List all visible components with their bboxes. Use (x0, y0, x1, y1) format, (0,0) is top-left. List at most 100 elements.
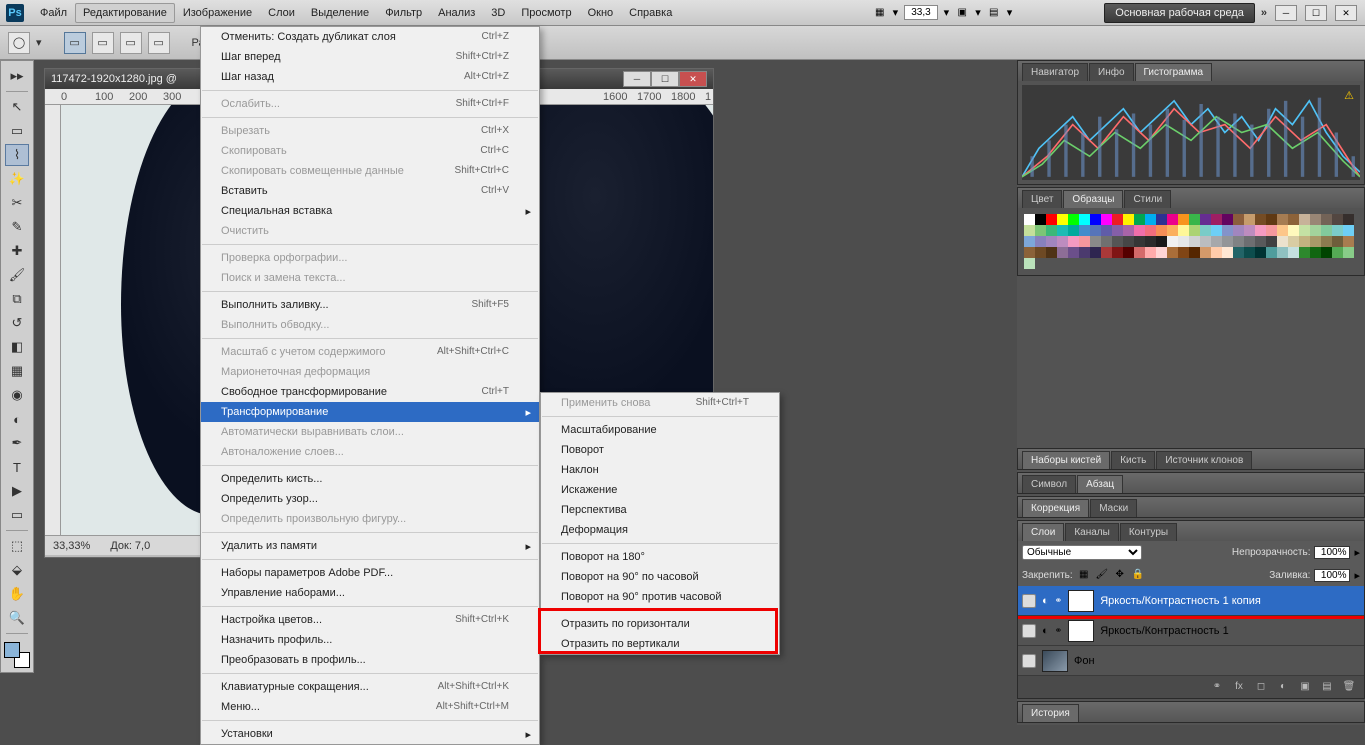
tab-brush[interactable]: Кисть (1111, 451, 1155, 469)
tab-history[interactable]: История (1022, 704, 1079, 722)
foreground-color[interactable] (4, 642, 20, 658)
swatch[interactable] (1321, 214, 1332, 225)
menu-item[interactable]: Отразить по горизонтали (541, 614, 779, 634)
history-brush-tool[interactable]: ↺ (5, 312, 29, 334)
swatch[interactable] (1332, 236, 1343, 247)
swatch[interactable] (1068, 214, 1079, 225)
swatch[interactable] (1244, 247, 1255, 258)
dropdown-arrow-icon[interactable]: ▾ (36, 36, 42, 49)
dropdown-arrow-icon[interactable]: ▾ (975, 6, 981, 19)
swatch[interactable] (1145, 236, 1156, 247)
swatch[interactable] (1101, 236, 1112, 247)
dropdown-arrow-icon[interactable]: ▸ (1354, 569, 1360, 582)
swatch[interactable] (1057, 247, 1068, 258)
menu-item[interactable]: Назначить профиль... (201, 630, 539, 650)
close-button[interactable]: ✕ (1335, 5, 1357, 21)
warning-icon[interactable]: ⚠ (1344, 89, 1354, 102)
add-selection-icon[interactable]: ▭ (92, 32, 114, 54)
brush-tool[interactable]: 🖌 (5, 264, 29, 286)
swatch[interactable] (1299, 214, 1310, 225)
swatch[interactable] (1321, 236, 1332, 247)
swatch[interactable] (1189, 225, 1200, 236)
swatch[interactable] (1156, 214, 1167, 225)
menu-выделение[interactable]: Выделение (303, 3, 377, 23)
swatch[interactable] (1310, 225, 1321, 236)
swatch[interactable] (1123, 236, 1134, 247)
path-tool[interactable]: ▶ (5, 480, 29, 502)
menu-item[interactable]: Выполнить заливку...Shift+F5 (201, 295, 539, 315)
swatch[interactable] (1145, 225, 1156, 236)
swatch[interactable] (1310, 236, 1321, 247)
lock-pixels-icon[interactable]: 🖌 (1095, 568, 1109, 582)
swatch[interactable] (1046, 214, 1057, 225)
tab-adjustments[interactable]: Коррекция (1022, 499, 1089, 517)
swatch[interactable] (1343, 247, 1354, 258)
swatch[interactable] (1134, 214, 1145, 225)
menu-item[interactable]: Поворот на 90° против часовой (541, 587, 779, 607)
tab-masks[interactable]: Маски (1090, 499, 1137, 517)
shape-tool[interactable]: ▭ (5, 504, 29, 526)
visibility-toggle[interactable] (1022, 594, 1036, 608)
swatch[interactable] (1299, 225, 1310, 236)
eyedropper-tool[interactable]: ✎ (5, 216, 29, 238)
swatch[interactable] (1332, 247, 1343, 258)
menu-item[interactable]: Клавиатурные сокращения...Alt+Shift+Ctrl… (201, 677, 539, 697)
layer-fx-icon[interactable]: fx (1232, 680, 1246, 694)
swatch[interactable] (1233, 247, 1244, 258)
swatch[interactable] (1145, 247, 1156, 258)
opacity-input[interactable]: 100% (1314, 546, 1350, 559)
swatch[interactable] (1046, 247, 1057, 258)
menu-item[interactable]: Определить кисть... (201, 469, 539, 489)
move-tool[interactable]: ↖ (5, 96, 29, 118)
swatch[interactable] (1057, 225, 1068, 236)
tab-styles[interactable]: Стили (1124, 190, 1171, 208)
layer-mask-icon[interactable]: ◻ (1254, 680, 1268, 694)
3d-tool[interactable]: ⬚ (5, 535, 29, 557)
swatch[interactable] (1178, 225, 1189, 236)
swatch[interactable] (1156, 236, 1167, 247)
swatch[interactable] (1024, 214, 1035, 225)
tab-channels[interactable]: Каналы (1065, 523, 1119, 541)
swatch[interactable] (1079, 214, 1090, 225)
swatch[interactable] (1024, 258, 1035, 269)
menu-item[interactable]: Определить узор... (201, 489, 539, 509)
menu-item[interactable]: Поворот на 180° (541, 547, 779, 567)
swatch[interactable] (1068, 236, 1079, 247)
swatch[interactable] (1101, 225, 1112, 236)
swatch[interactable] (1255, 236, 1266, 247)
swatch[interactable] (1057, 236, 1068, 247)
tab-navigator[interactable]: Навигатор (1022, 63, 1088, 81)
swatch[interactable] (1167, 236, 1178, 247)
tab-clone-source[interactable]: Источник клонов (1156, 451, 1252, 469)
swatch[interactable] (1211, 214, 1222, 225)
swatch[interactable] (1332, 225, 1343, 236)
minimize-button[interactable]: ─ (1275, 5, 1297, 21)
swatch[interactable] (1266, 225, 1277, 236)
menu-item[interactable]: Установки▸ (201, 724, 539, 744)
menu-редактирование[interactable]: Редактирование (75, 3, 175, 23)
swatch[interactable] (1046, 236, 1057, 247)
swatch[interactable] (1035, 214, 1046, 225)
dodge-tool[interactable]: ◐ (5, 408, 29, 430)
menu-item[interactable]: Преобразовать в профиль... (201, 650, 539, 670)
swatch[interactable] (1321, 247, 1332, 258)
menu-окно[interactable]: Окно (580, 3, 622, 23)
swatch[interactable] (1035, 225, 1046, 236)
swatch[interactable] (1299, 236, 1310, 247)
menu-справка[interactable]: Справка (621, 3, 680, 23)
swatch[interactable] (1079, 236, 1090, 247)
swatch[interactable] (1288, 214, 1299, 225)
swatch[interactable] (1024, 247, 1035, 258)
eraser-tool[interactable]: ◧ (5, 336, 29, 358)
swatch[interactable] (1035, 236, 1046, 247)
swatch[interactable] (1167, 214, 1178, 225)
fill-input[interactable]: 100% (1314, 569, 1350, 582)
menu-item[interactable]: Отменить: Создать дубликат слояCtrl+Z (201, 27, 539, 47)
visibility-toggle[interactable] (1022, 654, 1036, 668)
swatch[interactable] (1200, 225, 1211, 236)
tab-character[interactable]: Символ (1022, 475, 1076, 493)
swatch[interactable] (1068, 247, 1079, 258)
swatch[interactable] (1277, 214, 1288, 225)
dropdown-arrow-icon[interactable]: ▾ (944, 6, 950, 19)
swatch[interactable] (1310, 214, 1321, 225)
